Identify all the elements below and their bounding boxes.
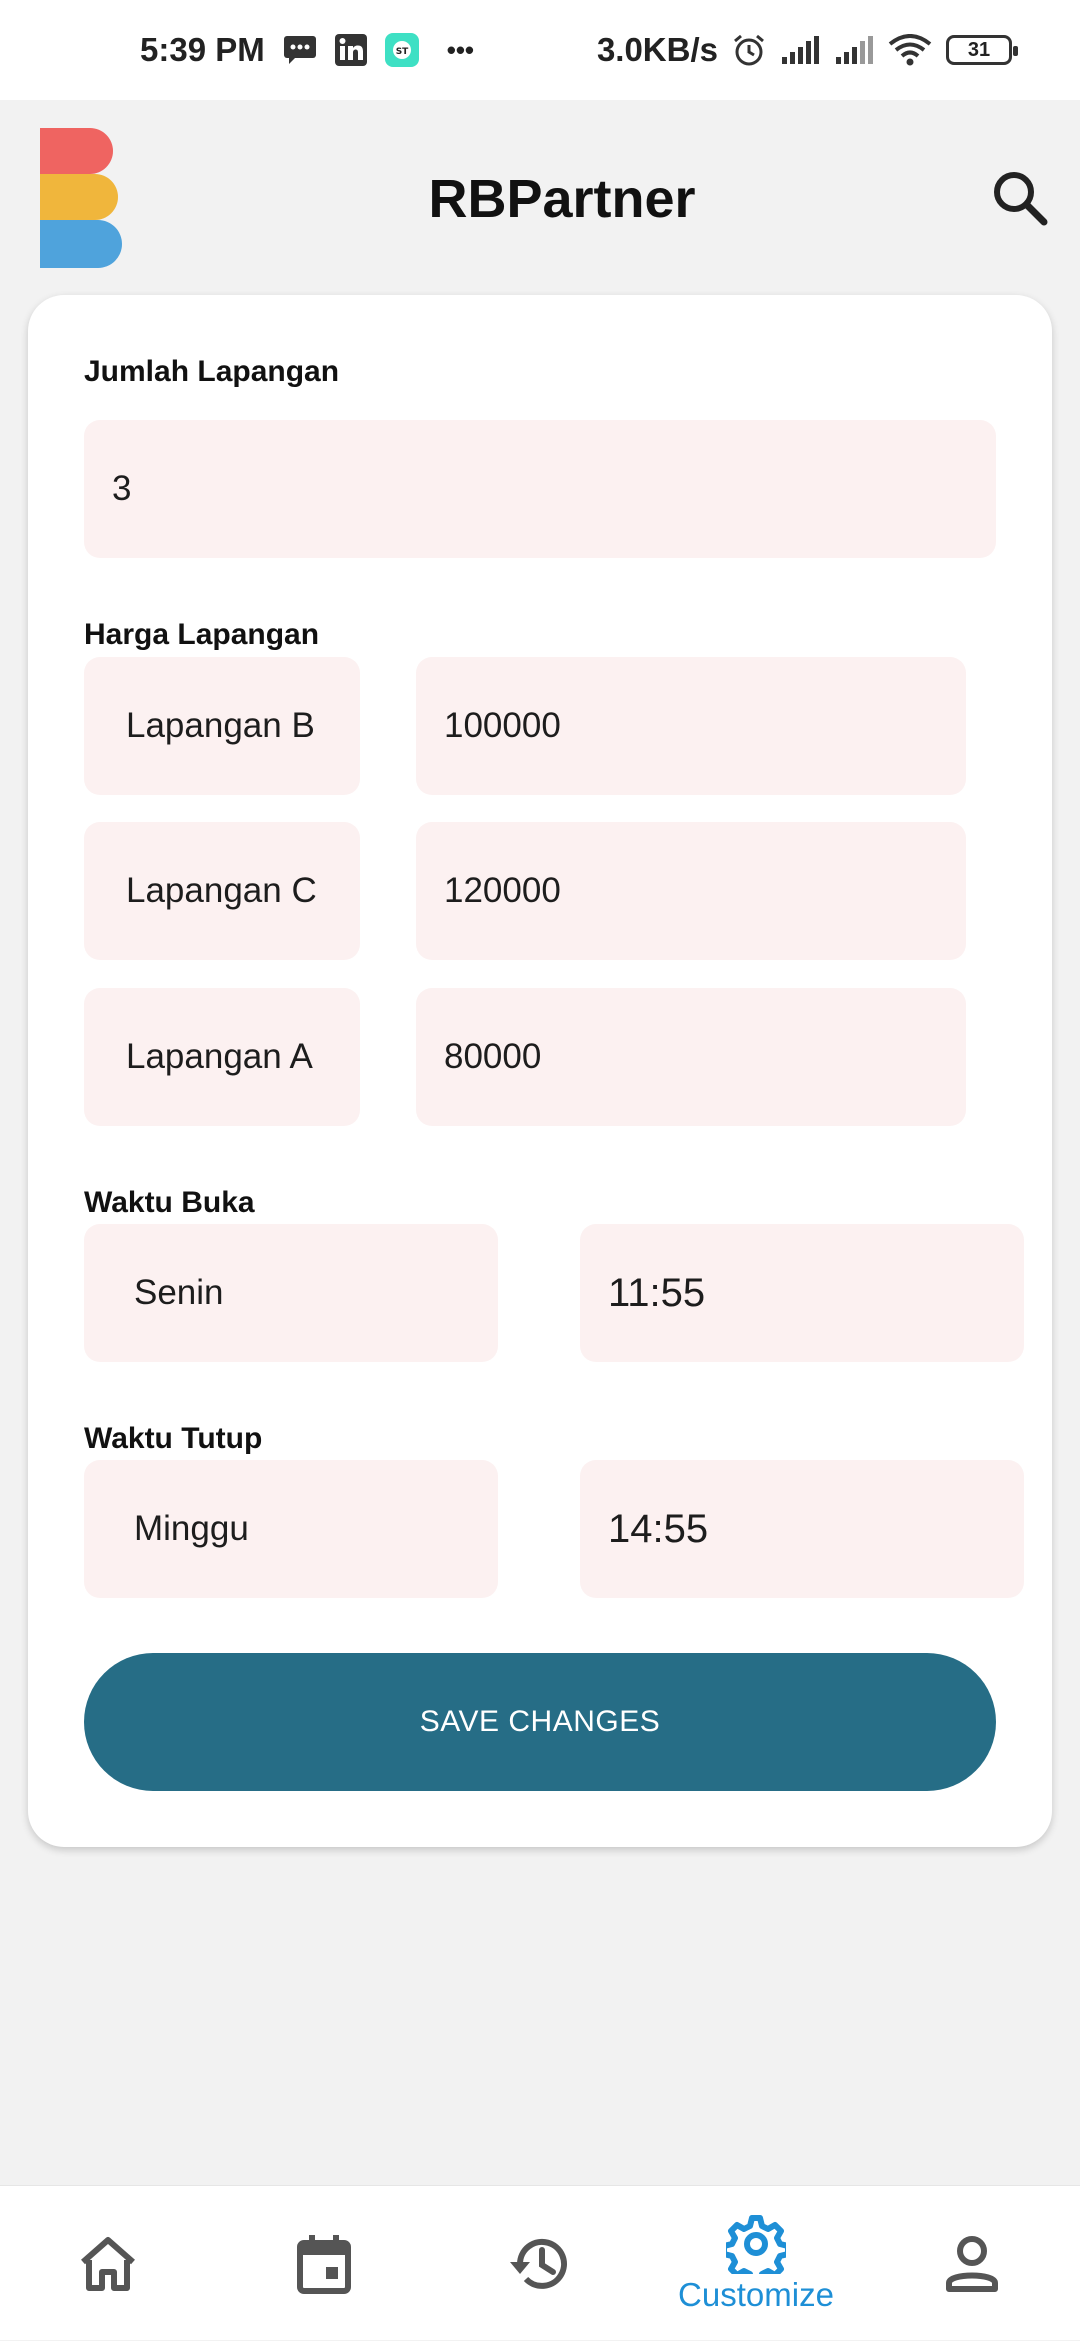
close-day-select[interactable]: Minggu (84, 1460, 498, 1598)
nav-customize[interactable]: Customize (648, 2186, 864, 2341)
signal-icon-2 (834, 35, 874, 65)
court-name-field-2[interactable]: Lapangan C (84, 822, 360, 960)
more-notifications: ••• (446, 34, 475, 65)
search-button[interactable] (988, 166, 1052, 230)
alarm-icon (732, 33, 766, 67)
court-price-input-3[interactable]: 80000 (416, 988, 966, 1126)
open-time-input[interactable]: 11:55 (580, 1224, 1024, 1362)
status-time: 5:39 PM (140, 31, 265, 68)
close-time-value: 14:55 (608, 1506, 709, 1551)
calendar-icon (297, 2234, 351, 2294)
jumlah-lapangan-label: Jumlah Lapangan (84, 355, 340, 388)
wifi-icon (888, 34, 932, 66)
open-day-value: Senin (134, 1273, 224, 1312)
battery-indicator: 31 (946, 35, 1018, 65)
close-time-input[interactable]: 14:55 (580, 1460, 1024, 1598)
nav-customize-label: Customize (678, 2275, 834, 2313)
home-icon (81, 2236, 135, 2291)
person-icon (946, 2235, 998, 2292)
nav-profile[interactable] (864, 2186, 1080, 2341)
court-name: Lapangan C (126, 871, 317, 910)
linkedin-icon (334, 34, 367, 66)
gear-icon (726, 2214, 786, 2274)
nav-calendar[interactable] (216, 2186, 432, 2341)
settings-card: Jumlah Lapangan 3 Harga Lapangan Lapanga… (28, 295, 1052, 1847)
court-name: Lapangan B (126, 706, 315, 745)
status-bar: 5:39 PM ST ••• 3.0KB/s 31 (0, 0, 1080, 100)
open-time-value: 11:55 (608, 1270, 706, 1315)
close-day-value: Minggu (134, 1509, 249, 1548)
nav-history[interactable] (432, 2186, 648, 2341)
waktu-tutup-label: Waktu Tutup (84, 1422, 263, 1455)
signal-icon (780, 35, 820, 65)
search-icon (994, 172, 1048, 226)
open-day-select[interactable]: Senin (84, 1224, 498, 1362)
network-speed: 3.0KB/s (596, 31, 718, 68)
court-price-input-1[interactable]: 100000 (416, 657, 966, 795)
harga-lapangan-label: Harga Lapangan (84, 618, 320, 651)
battery-level: 31 (967, 38, 991, 61)
svg-text:ST: ST (395, 47, 408, 57)
court-price: 100000 (444, 706, 561, 745)
jumlah-lapangan-value: 3 (112, 469, 132, 508)
save-changes-button[interactable]: SAVE CHANGES (84, 1653, 996, 1791)
history-icon (510, 2238, 567, 2289)
court-name-field-1[interactable]: Lapangan B (84, 657, 360, 795)
waktu-buka-label: Waktu Buka (84, 1186, 255, 1219)
court-name: Lapangan A (126, 1037, 313, 1076)
court-price-input-2[interactable]: 120000 (416, 822, 966, 960)
app-notification-icon: ST (384, 33, 419, 67)
app-bar: RBPartner (0, 100, 1080, 295)
court-name-field-3[interactable]: Lapangan A (84, 988, 360, 1126)
status-left: 5:39 PM ST ••• (140, 0, 474, 100)
status-right: 3.0KB/s 31 (596, 0, 1018, 100)
bottom-navigation: Customize (0, 2185, 1080, 2340)
court-price: 80000 (444, 1037, 542, 1076)
nav-home[interactable] (0, 2186, 216, 2341)
jumlah-lapangan-input[interactable]: 3 (84, 420, 996, 558)
page-title: RBPartner (428, 169, 696, 229)
message-icon (283, 35, 317, 65)
court-price: 120000 (444, 871, 561, 910)
